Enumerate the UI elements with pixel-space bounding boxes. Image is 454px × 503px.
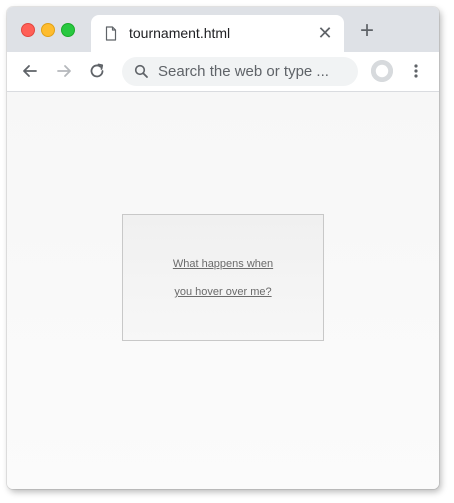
close-tab-icon[interactable]: ✕ bbox=[316, 24, 334, 42]
zoom-window-button[interactable] bbox=[61, 23, 75, 37]
minimize-window-button[interactable] bbox=[41, 23, 55, 37]
tab-strip: tournament.html ✕ + bbox=[7, 7, 439, 52]
toolbar: Search the web or type ... bbox=[7, 52, 439, 92]
forward-arrow-icon[interactable] bbox=[55, 62, 73, 80]
tab-tournament[interactable]: tournament.html ✕ bbox=[91, 15, 344, 52]
profile-silhouette-icon bbox=[371, 60, 393, 82]
browser-window: tournament.html ✕ + Search the web or ty… bbox=[7, 7, 439, 489]
file-icon bbox=[105, 26, 117, 41]
back-arrow-icon[interactable] bbox=[21, 62, 39, 80]
page-content: What happens when you hover over me? bbox=[7, 92, 439, 489]
tab-title: tournament.html bbox=[129, 25, 231, 41]
search-icon bbox=[134, 64, 148, 78]
hover-box-text-line1[interactable]: What happens when bbox=[123, 258, 323, 270]
omnibox[interactable]: Search the web or type ... bbox=[122, 57, 358, 86]
close-window-button[interactable] bbox=[21, 23, 35, 37]
reload-icon[interactable] bbox=[88, 62, 106, 80]
kebab-menu-icon[interactable] bbox=[407, 62, 425, 80]
hover-box-text-line2[interactable]: you hover over me? bbox=[123, 286, 323, 298]
new-tab-button[interactable]: + bbox=[357, 19, 377, 43]
profile-avatar-icon[interactable] bbox=[371, 60, 393, 82]
omnibox-placeholder: Search the web or type ... bbox=[158, 63, 329, 80]
hover-box[interactable]: What happens when you hover over me? bbox=[122, 214, 324, 341]
